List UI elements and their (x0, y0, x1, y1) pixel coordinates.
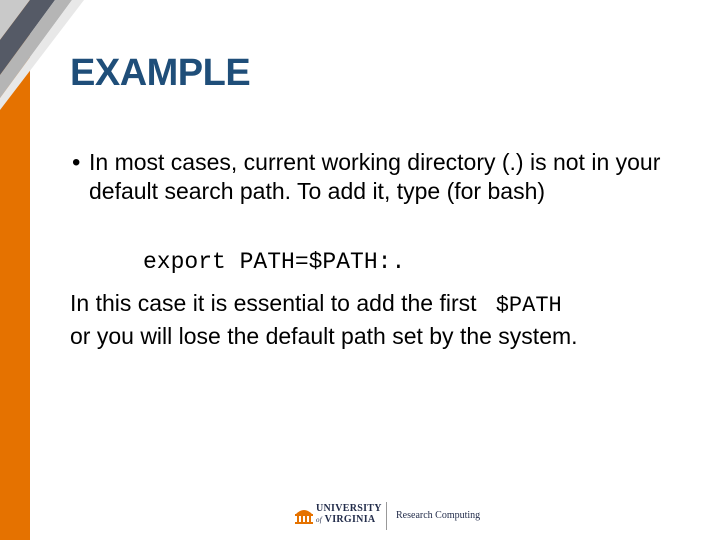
slide-title: EXAMPLE (70, 52, 251, 94)
bullet-item: • In most cases, current working directo… (72, 148, 682, 206)
bullet-dot-icon: • (72, 149, 81, 176)
rotunda-icon (295, 510, 313, 524)
paragraph-text-end: or you will lose the default path set by… (70, 323, 578, 349)
logo-virginia-line: of VIRGINIA (316, 514, 382, 526)
slide: EXAMPLE • In most cases, current working… (0, 0, 720, 540)
explanation-paragraph: In this case it is essential to add the … (70, 288, 710, 351)
logo-of-text: of (316, 516, 323, 524)
code-command: export PATH=$PATH:. (143, 249, 406, 275)
logo-virginia-text: VIRGINIA (324, 514, 376, 525)
paragraph-text-start: In this case it is essential to add the … (70, 290, 477, 316)
uva-wordmark: UNIVERSITY of VIRGINIA (316, 503, 382, 526)
department-name: Research Computing (396, 510, 481, 521)
logo-university-text: UNIVERSITY (316, 503, 382, 514)
footer-divider (386, 502, 387, 530)
footer-logo: UNIVERSITY of VIRGINIA Research Computin… (294, 502, 494, 530)
paragraph-code: $PATH (495, 293, 562, 318)
bullet-text: In most cases, current working directory… (89, 149, 661, 204)
